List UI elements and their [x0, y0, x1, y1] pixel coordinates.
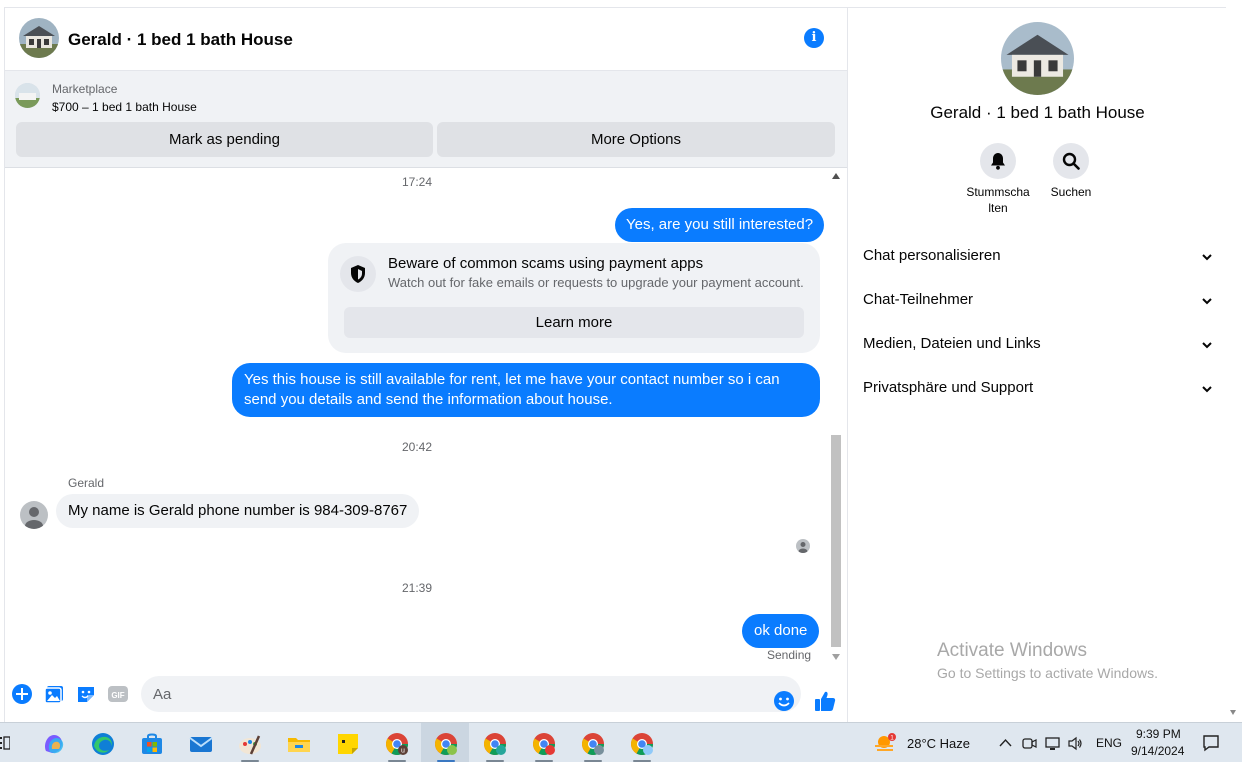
message-text: Yes, are you still interested?: [626, 216, 814, 233]
chat-title[interactable]: Gerald · 1 bed 1 bath House: [68, 30, 293, 50]
mute-action[interactable]: Stummscha lten: [958, 143, 1038, 216]
microsoft-store-icon[interactable]: [139, 731, 165, 757]
mute-label-line: Stummscha: [966, 185, 1030, 199]
seen-avatar-icon: [796, 539, 810, 553]
scroll-up-arrow-icon[interactable]: [832, 173, 840, 179]
warning-subtitle: Watch out for fake emails or requests to…: [388, 275, 804, 290]
screen: Gerald · 1 bed 1 bath House i Marketplac…: [0, 0, 1242, 762]
chrome-profile-icon[interactable]: [433, 731, 459, 757]
chat-window: Gerald · 1 bed 1 bath House i Marketplac…: [4, 7, 847, 722]
scroll-down-arrow-icon[interactable]: [832, 654, 840, 660]
outgoing-message[interactable]: Yes, are you still interested?: [615, 208, 825, 242]
message-list: 17:24 Yes, are you still interested? Bew…: [5, 168, 847, 668]
sticker-icon[interactable]: [75, 683, 97, 705]
chevron-down-icon: [1202, 298, 1212, 305]
panel-scroll-down-icon[interactable]: [1230, 710, 1236, 715]
chrome-profile-icon[interactable]: [629, 731, 655, 757]
windows-taskbar: u 1 28°C Haze ENG 9:39 PM 9/14/2024: [0, 722, 1242, 762]
incoming-message[interactable]: My name is Gerald phone number is 984-30…: [56, 494, 420, 528]
section-media-files-links[interactable]: Medien, Dateien und Links: [863, 335, 1213, 359]
edge-browser-icon[interactable]: [90, 731, 116, 757]
conversation-avatar[interactable]: [19, 18, 59, 58]
weather-badge: 1: [890, 735, 894, 742]
section-customize-chat[interactable]: Chat personalisieren: [863, 247, 1213, 271]
marketplace-panel: Marketplace $700 – 1 bed 1 bath House Ma…: [5, 71, 847, 168]
chevron-down-icon: [1202, 386, 1212, 393]
chevron-down-icon: [1202, 342, 1212, 349]
timestamp: 17:24: [402, 175, 433, 189]
activate-windows-subtitle: Go to Settings to activate Windows.: [937, 665, 1158, 681]
copilot-icon[interactable]: [41, 731, 67, 757]
conversation-avatar-large[interactable]: [1001, 22, 1074, 95]
emoji-icon[interactable]: [773, 690, 795, 712]
bell-icon[interactable]: [980, 143, 1016, 179]
volume-icon[interactable]: [1068, 736, 1083, 751]
search-icon[interactable]: [1053, 143, 1089, 179]
outgoing-message[interactable]: Yes this house is still available for re…: [232, 363, 820, 417]
weather-text[interactable]: 28°C Haze: [907, 736, 970, 751]
warning-title: Beware of common scams using payment app…: [388, 255, 704, 272]
language-indicator[interactable]: ENG: [1096, 736, 1122, 750]
task-view-icon[interactable]: [0, 736, 11, 750]
shield-icon: [340, 256, 376, 292]
clock-date[interactable]: 9/14/2024: [1131, 744, 1184, 758]
activate-windows-title: Activate Windows: [937, 640, 1087, 661]
message-text: My name is Gerald phone number is 984-30…: [68, 502, 408, 519]
sticky-notes-icon[interactable]: [335, 731, 361, 757]
profile-badge: u: [401, 748, 405, 755]
outgoing-message[interactable]: ok done: [742, 614, 820, 648]
message-text: ok done: [754, 622, 808, 639]
search-action[interactable]: Suchen: [1031, 143, 1111, 200]
notifications-icon[interactable]: [1202, 734, 1220, 752]
chat-header: Gerald · 1 bed 1 bath House i: [5, 8, 847, 71]
chevron-up-icon[interactable]: [998, 736, 1013, 751]
timestamp: 20:42: [402, 440, 433, 454]
thumbs-up-icon[interactable]: [813, 689, 837, 713]
chrome-profile-icon[interactable]: [531, 731, 557, 757]
mark-as-pending-button[interactable]: Mark as pending: [16, 122, 433, 157]
network-icon[interactable]: [1045, 736, 1060, 751]
chrome-profile-icon[interactable]: u: [384, 731, 410, 757]
more-options-button[interactable]: More Options: [437, 122, 835, 157]
conversation-details-panel: Gerald · 1 bed 1 bath House Stummscha lt…: [847, 7, 1226, 722]
details-title: Gerald · 1 bed 1 bath House: [930, 103, 1145, 122]
section-privacy-support[interactable]: Privatsphäre und Support: [863, 379, 1213, 403]
search-label: Suchen: [1050, 185, 1092, 199]
message-text-line: Yes this house is still available for re…: [244, 371, 780, 388]
section-label: Chat-Teilnehmer: [863, 291, 974, 308]
chrome-profile-icon[interactable]: [580, 731, 606, 757]
scam-warning-card: Beware of common scams using payment app…: [328, 243, 820, 353]
plus-icon[interactable]: [11, 683, 33, 705]
weather-icon[interactable]: 1: [873, 732, 899, 754]
timestamp: 21:39: [402, 581, 433, 595]
gif-icon[interactable]: GIF: [107, 683, 129, 705]
svg-text:GIF: GIF: [111, 691, 124, 700]
composer-bar: GIF: [5, 668, 847, 723]
message-scrollbar[interactable]: [829, 171, 843, 663]
scroll-thumb[interactable]: [831, 435, 841, 647]
photo-icon[interactable]: [43, 683, 65, 705]
info-icon[interactable]: i: [804, 28, 824, 48]
listing-thumbnail[interactable]: [15, 83, 40, 108]
message-input[interactable]: [141, 676, 801, 712]
sender-avatar[interactable]: [20, 501, 48, 529]
section-label: Medien, Dateien und Links: [863, 335, 1041, 352]
sender-name: Gerald: [68, 476, 105, 490]
clock-time[interactable]: 9:39 PM: [1136, 727, 1181, 741]
section-label: Privatsphäre und Support: [863, 379, 1034, 396]
learn-more-button[interactable]: Learn more: [344, 307, 804, 338]
marketplace-label: Marketplace: [52, 82, 118, 96]
chevron-down-icon: [1202, 254, 1212, 261]
file-explorer-icon[interactable]: [286, 731, 312, 757]
message-text-line: send you details and send the informatio…: [244, 391, 613, 408]
section-label: Chat personalisieren: [863, 247, 1001, 264]
mute-label-line: lten: [988, 201, 1008, 215]
section-chat-members[interactable]: Chat-Teilnehmer: [863, 291, 1213, 315]
listing-title[interactable]: $700 – 1 bed 1 bath House: [52, 100, 197, 114]
message-status: Sending: [767, 648, 812, 662]
paint-app-icon[interactable]: [237, 731, 263, 757]
mail-icon[interactable]: [188, 731, 214, 757]
meet-now-icon[interactable]: [1022, 736, 1037, 751]
chrome-profile-icon[interactable]: [482, 731, 508, 757]
